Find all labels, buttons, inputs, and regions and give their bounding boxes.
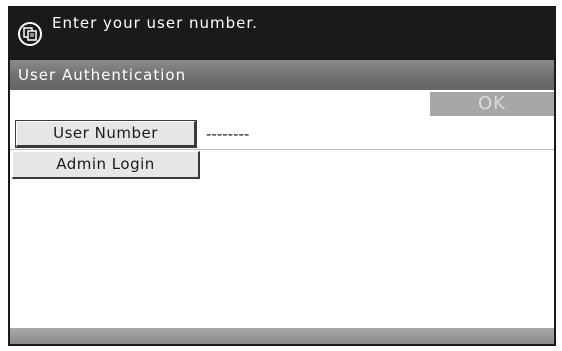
title-bar: User Authentication [10,60,554,90]
user-number-button[interactable]: User Number [15,120,197,148]
row-divider [10,149,554,150]
user-number-field: -------- [206,125,250,143]
admin-login-button[interactable]: Admin Login [12,151,200,179]
screen-title: User Authentication [18,66,187,84]
bottom-bar [10,328,554,344]
copier-icon [18,22,42,46]
touch-panel-screen: Enter your user number. User Authenticat… [8,6,556,346]
instruction-message: Enter your user number. [52,14,258,32]
ok-button[interactable]: OK [430,92,554,116]
message-bar: Enter your user number. [10,8,554,60]
